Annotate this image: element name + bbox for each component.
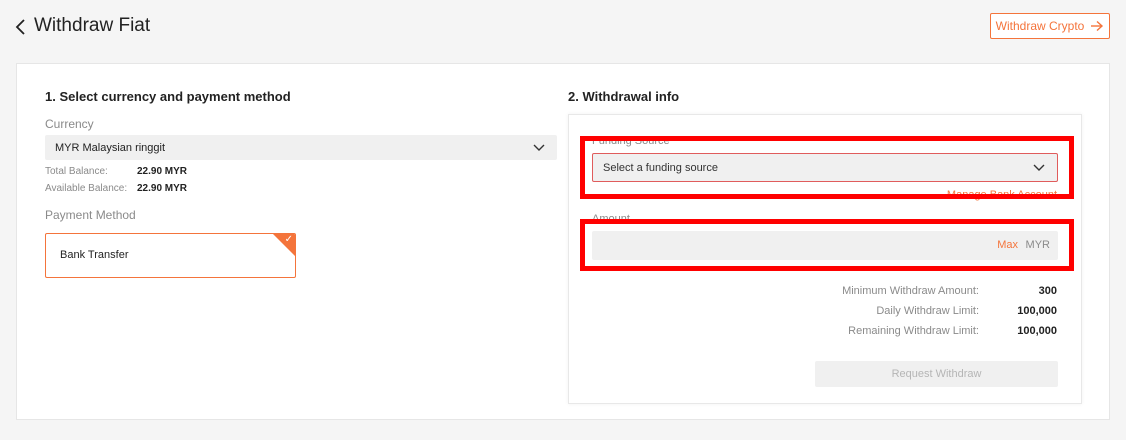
total-balance-label: Total Balance: xyxy=(45,166,108,177)
currency-label: Currency xyxy=(45,117,94,131)
funding-source-label: Funding Source xyxy=(592,135,670,147)
withdraw-crypto-button[interactable]: Withdraw Crypto xyxy=(990,13,1110,39)
available-balance-row: Available Balance: 22.90 MYR xyxy=(45,183,187,194)
section-title-withdrawal-info: 2. Withdrawal info xyxy=(568,89,680,104)
page-header: Withdraw Fiat Withdraw Crypto xyxy=(0,0,1126,58)
chevron-down-icon xyxy=(1033,164,1045,171)
limit-label: Daily Withdraw Limit: xyxy=(876,305,979,317)
limit-label: Remaining Withdraw Limit: xyxy=(848,325,979,337)
arrow-right-icon xyxy=(1091,20,1104,32)
withdraw-crypto-label: Withdraw Crypto xyxy=(995,19,1085,33)
currency-unit: MYR xyxy=(1025,239,1050,251)
limit-row-minimum: Minimum Withdraw Amount: 300 xyxy=(657,285,1057,299)
limit-value: 100,000 xyxy=(1017,325,1057,337)
page-title: Withdraw Fiat xyxy=(34,15,151,36)
funding-source-placeholder: Select a funding source xyxy=(603,161,718,174)
funding-source-select[interactable]: Select a funding source xyxy=(592,153,1058,182)
currency-value: MYR Malaysian ringgit xyxy=(55,141,166,154)
manage-bank-account-link[interactable]: Manage Bank Account xyxy=(947,189,1057,201)
payment-method-value: Bank Transfer xyxy=(60,249,129,261)
chevron-down-icon xyxy=(533,144,545,151)
back-button[interactable] xyxy=(14,15,34,39)
limit-value: 300 xyxy=(1038,285,1057,297)
check-icon: ✓ xyxy=(284,234,293,245)
total-balance-row: Total Balance: 22.90 MYR xyxy=(45,166,187,177)
payment-method-bank-transfer[interactable]: Bank Transfer ✓ xyxy=(45,233,296,278)
amount-field: Max MYR xyxy=(592,231,1058,262)
amount-input[interactable] xyxy=(592,231,984,262)
total-balance-value: 22.90 MYR xyxy=(137,166,188,177)
withdraw-card: 1. Select currency and payment method Cu… xyxy=(16,63,1110,420)
currency-select[interactable]: MYR Malaysian ringgit xyxy=(45,135,557,160)
withdrawal-info-panel: Funding Source Select a funding source M… xyxy=(568,114,1082,404)
available-balance-value: 22.90 MYR xyxy=(137,183,188,194)
amount-label: Amount xyxy=(592,213,630,225)
chevron-left-icon xyxy=(15,19,25,35)
request-withdraw-button[interactable]: Request Withdraw xyxy=(815,361,1058,387)
limit-value: 100,000 xyxy=(1017,305,1057,317)
limit-row-daily: Daily Withdraw Limit: 100,000 xyxy=(657,305,1057,319)
max-button[interactable]: Max xyxy=(997,239,1018,251)
limit-label: Minimum Withdraw Amount: xyxy=(842,285,979,297)
limit-row-remaining: Remaining Withdraw Limit: 100,000 xyxy=(657,325,1057,339)
section-title-currency: 1. Select currency and payment method xyxy=(45,89,291,104)
payment-method-label: Payment Method xyxy=(45,208,136,222)
available-balance-label: Available Balance: xyxy=(45,183,128,194)
